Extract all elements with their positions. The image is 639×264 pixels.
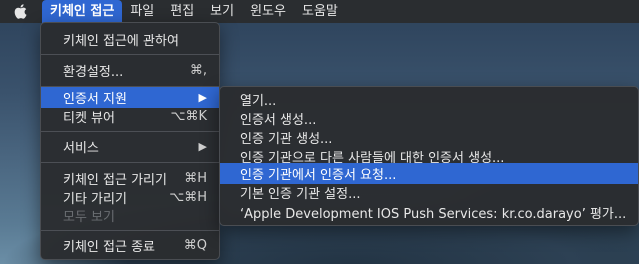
keychain-access-menu: 키체인 접근에 관하여 환경설정... ⌘, 인증서 지원 ▶ 티켓 뷰어 ⌥⌘… <box>40 22 220 260</box>
menu-separator <box>41 54 219 55</box>
menubar-file[interactable]: 파일 <box>122 0 162 23</box>
submenu-item-open[interactable]: 열기... <box>220 89 638 110</box>
menubar-keychain-access[interactable]: 키체인 접근 <box>42 0 123 23</box>
chevron-right-icon: ▶ <box>198 91 207 104</box>
menubar-edit[interactable]: 편집 <box>162 0 202 23</box>
submenu-item-create-certificate[interactable]: 인증서 생성... <box>220 108 638 129</box>
shortcut-label: ⌥⌘H <box>169 190 207 205</box>
submenu-item-create-ca[interactable]: 인증 기관 생성... <box>220 127 638 148</box>
chevron-right-icon: ▶ <box>198 140 207 153</box>
menu-item-about[interactable]: 키체인 접근에 관하여 <box>41 29 219 50</box>
menubar-help[interactable]: 도움말 <box>294 0 346 23</box>
menu-item-quit[interactable]: 키체인 접근 종료 ⌘Q <box>41 235 219 256</box>
apple-logo-icon[interactable] <box>14 4 34 19</box>
certificate-assistant-submenu: 열기... 인증서 생성... 인증 기관 생성... 인증 기관으로 다른 사… <box>219 86 639 226</box>
menu-item-hide[interactable]: 키체인 접근 가리기 ⌘H <box>41 168 219 189</box>
menu-item-services[interactable]: 서비스 ▶ <box>41 136 219 157</box>
menubar-view[interactable]: 보기 <box>202 0 242 23</box>
shortcut-label: ⌘H <box>184 171 207 186</box>
menubar-window[interactable]: 윈도우 <box>242 0 294 23</box>
menu-item-ticket-viewer[interactable]: 티켓 뷰어 ⌥⌘K <box>41 106 219 127</box>
menu-bar: 키체인 접근 파일 편집 보기 윈도우 도움말 <box>0 0 639 23</box>
menu-item-show-all: 모두 보기 <box>63 210 115 225</box>
menu-separator <box>41 230 219 231</box>
submenu-item-request-from-ca[interactable]: 인증 기관에서 인증서 요청... <box>220 163 638 184</box>
shortcut-label: ⌘Q <box>183 238 207 253</box>
menu-item-certificate-assistant[interactable]: 인증서 지원 ▶ <box>41 87 219 108</box>
shortcut-label: ⌥⌘K <box>170 109 207 124</box>
menu-separator <box>41 162 219 163</box>
menu-separator <box>41 131 219 132</box>
submenu-item-set-default-ca[interactable]: 기본 인증 기관 설정... <box>220 182 638 203</box>
menu-item-preferences[interactable]: 환경설정... ⌘, <box>41 60 219 81</box>
submenu-item-evaluate[interactable]: ‘Apple Development IOS Push Services: kr… <box>220 202 638 223</box>
shortcut-label: ⌘, <box>189 63 207 78</box>
